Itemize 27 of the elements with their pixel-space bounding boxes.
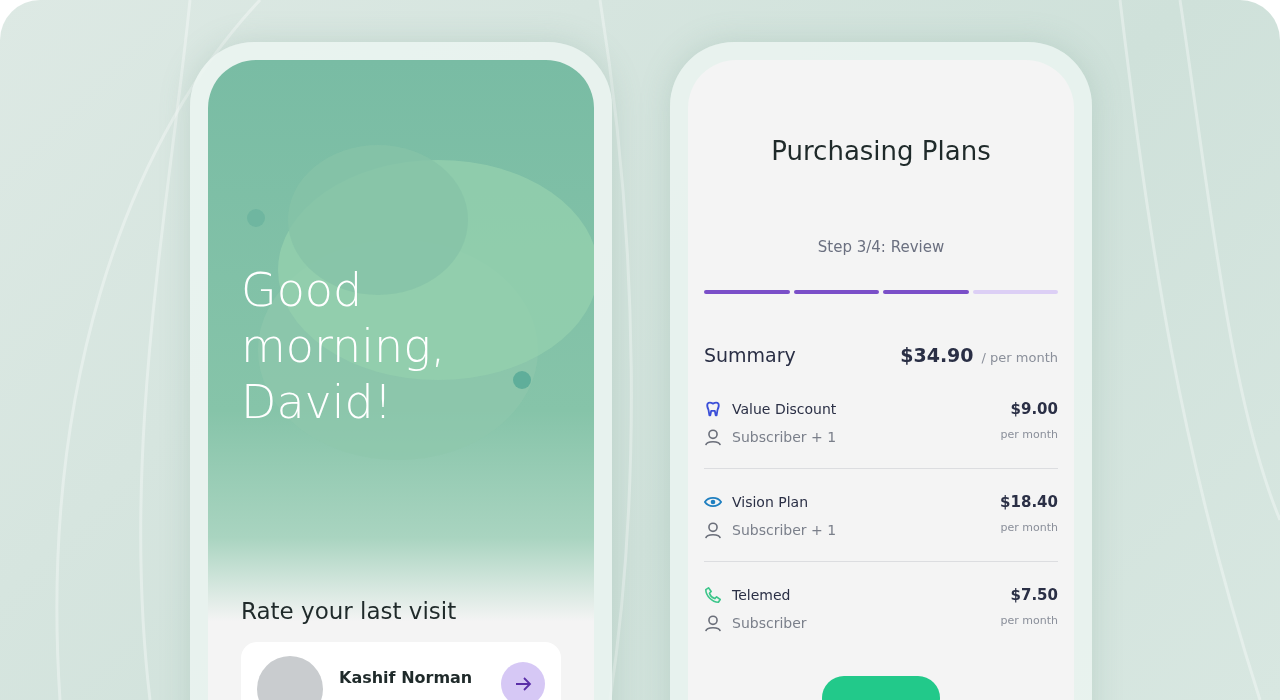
step-label: Step 3/4: Review	[816, 238, 946, 256]
plan-price: $7.50	[1009, 586, 1058, 604]
plan-members: Subscriber + 1	[732, 429, 837, 445]
summary-label: Summary	[704, 344, 797, 366]
person-icon	[704, 614, 722, 632]
plan-price: $9.00	[1009, 400, 1058, 418]
price-period: per month	[1000, 428, 1058, 443]
phone-icon	[704, 586, 722, 604]
next-button[interactable]	[501, 662, 545, 700]
plan-price: $18.40	[1000, 493, 1058, 511]
arrow-right-icon	[514, 675, 532, 693]
section-title: Rate your last visit	[241, 598, 458, 624]
screen-title: Purchasing Plans	[770, 136, 992, 166]
price-period: per month	[1000, 521, 1058, 536]
plan-members: Subscriber	[732, 615, 807, 631]
plan-name: Telemed	[732, 587, 791, 603]
doctor-name: Kashif Norman	[339, 668, 474, 687]
price-period: per month	[1000, 614, 1058, 629]
price-period: / per month	[981, 350, 1058, 365]
total-price: $34.90	[900, 344, 974, 366]
tooth-icon	[704, 400, 722, 418]
person-icon	[704, 521, 722, 539]
plan-name: Vision Plan	[732, 494, 808, 510]
greeting-heading: Good morning, David!	[241, 262, 447, 430]
plan-name: Value Discount	[732, 401, 837, 417]
person-icon	[704, 428, 722, 446]
plan-members: Subscriber + 1	[732, 522, 837, 538]
